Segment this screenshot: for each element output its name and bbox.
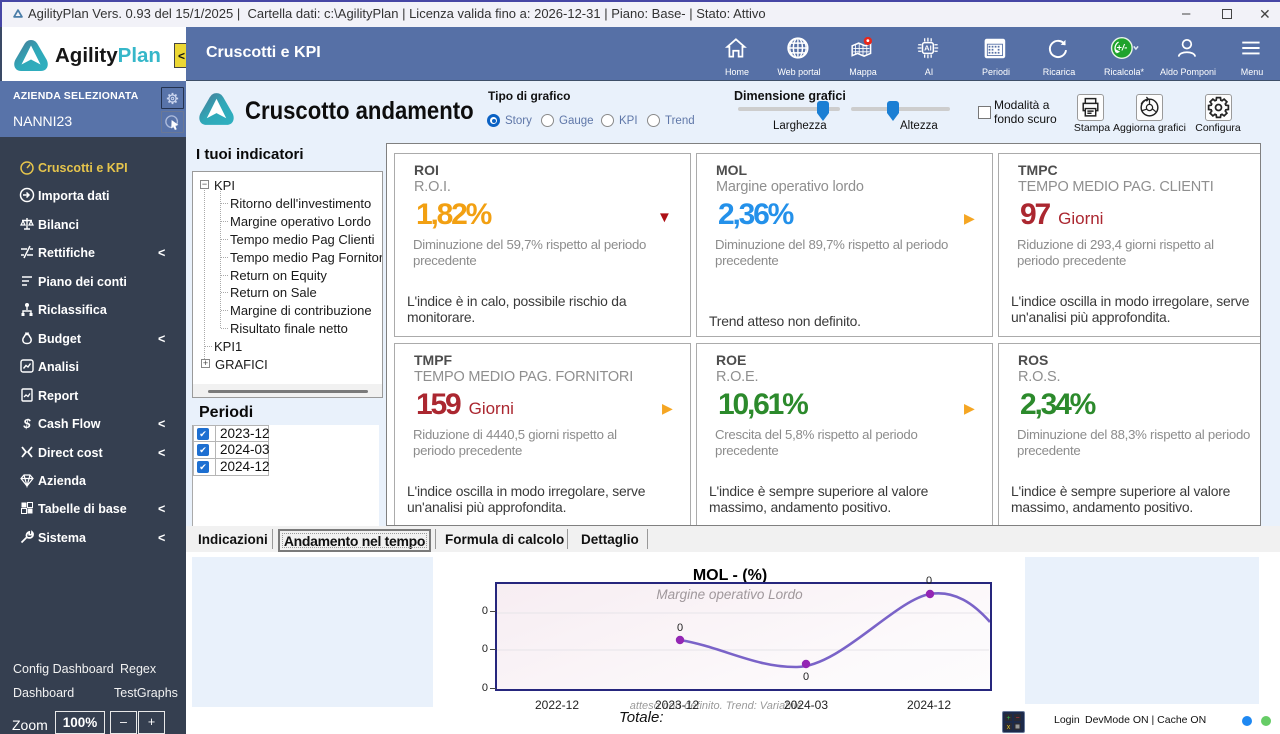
svg-text:$: $ — [22, 416, 31, 431]
svg-text:AI: AI — [924, 44, 932, 53]
svg-text:−: − — [1015, 715, 1019, 722]
svg-text:+: + — [1006, 715, 1010, 722]
svg-text:x: x — [1007, 724, 1011, 731]
